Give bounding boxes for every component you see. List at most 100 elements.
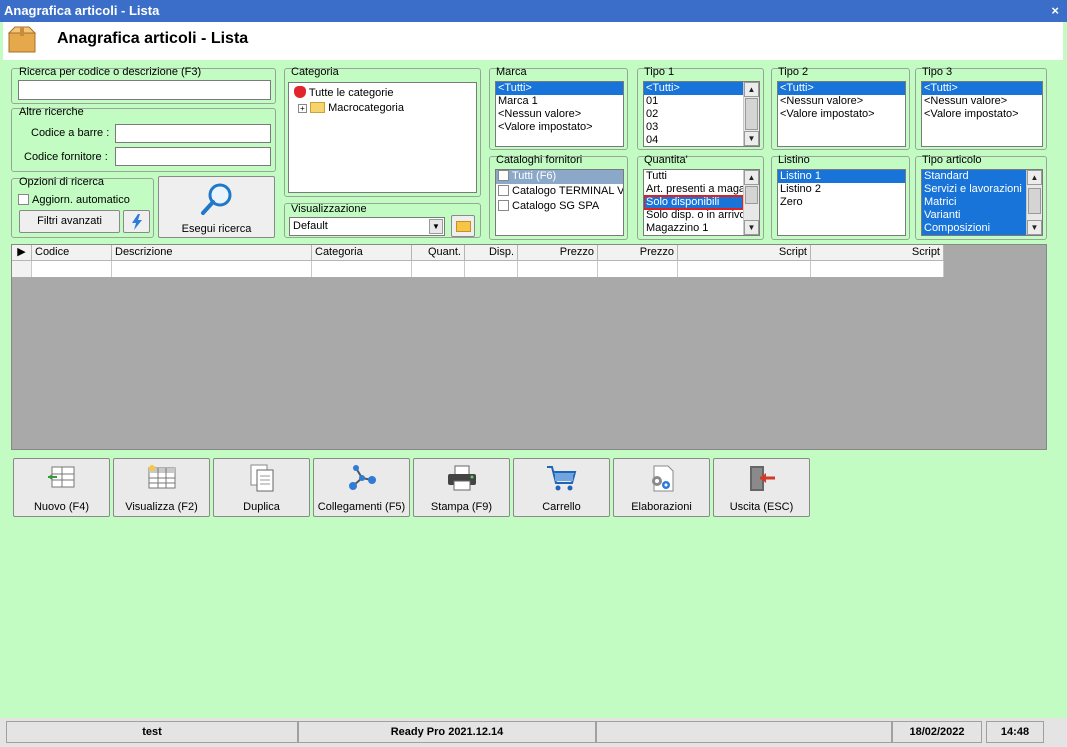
column-header[interactable]: Quant. xyxy=(412,245,465,261)
article-type-scrollbar[interactable]: ▲ ▼ xyxy=(1026,170,1042,235)
type1-list[interactable]: <Tutti> 01 02 03 04 ▲ ▼ xyxy=(643,81,760,147)
list-item[interactable]: Matrici xyxy=(922,196,1026,209)
checkbox-icon[interactable] xyxy=(498,185,509,196)
brand-list[interactable]: <Tutti> Marca 1 <Nessun valore> <Valore imp… xyxy=(495,81,624,147)
duplicate-button[interactable]: Duplica xyxy=(213,458,310,517)
supplier-code-input[interactable] xyxy=(115,147,271,166)
column-header[interactable]: Descrizione xyxy=(112,245,312,261)
scroll-down-icon[interactable]: ▼ xyxy=(1027,220,1042,235)
list-item[interactable]: Servizi e lavorazioni xyxy=(922,183,1026,196)
cart-button[interactable]: Carrello xyxy=(513,458,610,517)
list-item[interactable]: <Tutti> xyxy=(922,82,1042,95)
list-item[interactable]: 04 xyxy=(644,134,759,146)
processing-button[interactable]: Elaborazioni xyxy=(613,458,710,517)
tree-item-all-categories[interactable]: Tutte le categorie xyxy=(294,86,393,99)
lightning-button[interactable] xyxy=(123,210,150,233)
list-item[interactable]: <Valore impostato> xyxy=(778,108,905,121)
articles-grid[interactable]: ▶ Codice Descrizione Categoria Quant. Di… xyxy=(11,244,1047,450)
list-item[interactable]: 02 xyxy=(644,108,759,121)
table-cell[interactable] xyxy=(32,261,112,277)
view-select-value: Default xyxy=(293,220,328,232)
list-item[interactable]: Catalogo SG SPA xyxy=(496,200,623,215)
list-item[interactable]: Listino 1 xyxy=(778,170,905,183)
search-options-title: Opzioni di ricerca xyxy=(19,176,104,188)
close-icon[interactable]: × xyxy=(1051,0,1059,22)
list-item[interactable]: Standard xyxy=(922,170,1026,183)
scroll-thumb[interactable] xyxy=(1028,188,1041,214)
links-button[interactable]: Collegamenti (F5) xyxy=(313,458,410,517)
table-cell[interactable] xyxy=(465,261,518,277)
view-select[interactable]: Default ▼ xyxy=(289,217,445,236)
quantity-scrollbar[interactable]: ▲ ▼ xyxy=(743,170,759,235)
list-item[interactable]: <Nessun valore> xyxy=(922,95,1042,108)
view-button[interactable]: Visualizza (F2) xyxy=(113,458,210,517)
barcode-input[interactable] xyxy=(115,124,271,143)
list-item[interactable]: Tutti (F6) xyxy=(496,170,623,184)
type3-list[interactable]: <Tutti> <Nessun valore> <Valore impostato> xyxy=(921,81,1043,147)
list-item[interactable]: Composizioni xyxy=(922,222,1026,235)
scroll-up-icon[interactable]: ▲ xyxy=(744,170,759,185)
column-header[interactable]: Script xyxy=(678,245,811,261)
scroll-up-icon[interactable]: ▲ xyxy=(1027,170,1042,185)
list-item[interactable]: <Tutti> xyxy=(644,82,743,95)
chevron-down-icon[interactable]: ▼ xyxy=(429,219,443,234)
scroll-thumb[interactable] xyxy=(745,98,758,130)
price-list-list[interactable]: Listino 1 Listino 2 Zero xyxy=(777,169,906,236)
quantity-list[interactable]: Tutti Art. presenti a magaz Solo disponibi… xyxy=(643,169,760,236)
table-cell[interactable] xyxy=(811,261,944,277)
print-button[interactable]: Stampa (F9) xyxy=(413,458,510,517)
table-cell[interactable] xyxy=(412,261,465,277)
exit-button[interactable]: Uscita (ESC) xyxy=(713,458,810,517)
column-header[interactable]: Script xyxy=(811,245,944,261)
table-cell[interactable] xyxy=(678,261,811,277)
list-item[interactable]: Magazzino 1 xyxy=(644,222,759,235)
scroll-down-icon[interactable]: ▼ xyxy=(744,131,759,146)
column-header[interactable]: Disp. xyxy=(465,245,518,261)
list-item-selected[interactable]: Solo disponibili xyxy=(644,195,744,210)
expand-icon[interactable]: + xyxy=(298,104,307,113)
catalogs-list[interactable]: Tutti (F6) Catalogo TERMINAL VID Catalog… xyxy=(495,169,624,236)
scroll-thumb[interactable] xyxy=(745,186,758,204)
new-button[interactable]: Nuovo (F4) xyxy=(13,458,110,517)
list-item[interactable]: <Valore impostato> xyxy=(922,108,1042,121)
type1-scrollbar[interactable]: ▲ ▼ xyxy=(743,82,759,146)
scroll-down-icon[interactable]: ▼ xyxy=(744,220,759,235)
list-item[interactable]: Listino 2 xyxy=(778,183,905,196)
table-cell[interactable] xyxy=(518,261,598,277)
list-item[interactable]: 01 xyxy=(644,95,759,108)
checkbox-icon[interactable] xyxy=(18,194,29,205)
list-item[interactable]: <Nessun valore> xyxy=(496,108,623,121)
list-item[interactable]: Catalogo TERMINAL VID xyxy=(496,185,623,200)
list-item[interactable]: Marca 1 xyxy=(496,95,623,108)
list-item[interactable]: <Tutti> xyxy=(496,82,623,95)
column-header[interactable]: Categoria xyxy=(312,245,412,261)
list-item[interactable]: <Nessun valore> xyxy=(778,95,905,108)
list-item[interactable]: Tutti xyxy=(644,170,759,183)
table-cell[interactable] xyxy=(598,261,678,277)
checkbox-icon[interactable] xyxy=(498,200,509,211)
column-header[interactable]: Prezzo xyxy=(598,245,678,261)
list-item[interactable]: Art. presenti a magaz xyxy=(644,183,759,196)
auto-refresh-checkbox[interactable]: Aggiorn. automatico xyxy=(18,194,130,206)
article-type-list[interactable]: Standard Servizi e lavorazioni Matrici Vari… xyxy=(921,169,1043,236)
open-folder-button[interactable] xyxy=(451,215,475,237)
list-item[interactable]: Zero xyxy=(778,196,905,209)
table-row[interactable] xyxy=(12,261,944,277)
list-item[interactable]: Solo disp. o in arrivo xyxy=(644,209,759,222)
list-item[interactable]: 03 xyxy=(644,121,759,134)
run-search-button[interactable]: Esegui ricerca xyxy=(158,176,275,238)
table-cell[interactable] xyxy=(112,261,312,277)
column-header[interactable]: Prezzo xyxy=(518,245,598,261)
scroll-up-icon[interactable]: ▲ xyxy=(744,82,759,97)
advanced-filters-button[interactable]: Filtri avanzati xyxy=(19,210,120,233)
list-item[interactable]: <Valore impostato> xyxy=(496,121,623,134)
list-item[interactable]: Varianti xyxy=(922,209,1026,222)
tree-item-macrocategory[interactable]: + Macrocategoria xyxy=(298,102,404,114)
column-header[interactable]: Codice xyxy=(32,245,112,261)
type2-list[interactable]: <Tutti> <Nessun valore> <Valore impostato> xyxy=(777,81,906,147)
search-input[interactable] xyxy=(18,80,271,100)
table-cell[interactable] xyxy=(312,261,412,277)
category-tree[interactable]: Tutte le categorie + Macrocategoria xyxy=(288,82,477,193)
list-item[interactable]: <Tutti> xyxy=(778,82,905,95)
checkbox-icon[interactable] xyxy=(498,170,509,181)
